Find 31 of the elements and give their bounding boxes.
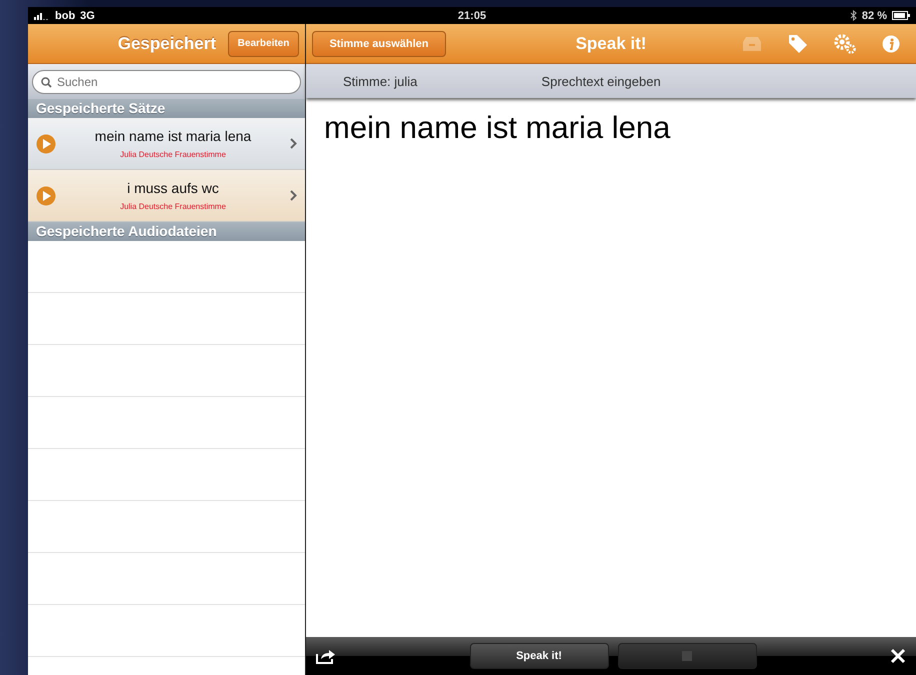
- saved-sentence-item[interactable]: mein name ist maria lena Julia Deutsche Frauenstimme: [28, 118, 305, 170]
- bluetooth-icon: [850, 10, 857, 21]
- sentence-text: i muss aufs wc: [127, 180, 219, 196]
- share-icon[interactable]: [316, 648, 336, 664]
- search-field[interactable]: Suchen: [32, 70, 301, 94]
- close-icon[interactable]: [890, 648, 906, 664]
- speak-button[interactable]: Speak it!: [470, 643, 608, 669]
- tag-icon[interactable]: [788, 34, 808, 54]
- battery-percent: 82 %: [862, 10, 887, 22]
- input-hint: Sprechtext eingeben: [541, 74, 661, 88]
- battery-icon: [892, 11, 910, 20]
- sentence-text: mein name ist maria lena: [94, 128, 252, 144]
- play-icon[interactable]: [36, 186, 56, 206]
- section-header: Gespeicherte Sätze: [28, 99, 305, 118]
- gears-icon[interactable]: [834, 34, 856, 54]
- clock-time: 21:05: [458, 10, 486, 22]
- app-title: Speak it!: [576, 34, 646, 54]
- chevron-icon: [290, 138, 297, 149]
- section-header: Gespeicherte Audiodateien: [28, 222, 305, 241]
- saved-sentence-item[interactable]: i muss aufs wc Julia Deutsche Frauenstimme: [28, 170, 305, 222]
- voice-name: Julia Deutsche Frauenstimme: [120, 202, 226, 211]
- speech-text-area[interactable]: mein name ist maria lena: [306, 98, 916, 637]
- sidebar-title: Gespeichert: [118, 34, 216, 54]
- play-icon[interactable]: [36, 134, 56, 154]
- chevron-icon: [290, 190, 297, 201]
- voice-label: Stimme: julia: [343, 74, 418, 88]
- network-type: 3G: [80, 10, 95, 22]
- search-icon: [41, 76, 52, 88]
- info-icon[interactable]: [882, 34, 900, 52]
- voice-name: Julia Deutsche Frauenstimme: [120, 150, 226, 159]
- carrier-name: bob: [55, 10, 76, 22]
